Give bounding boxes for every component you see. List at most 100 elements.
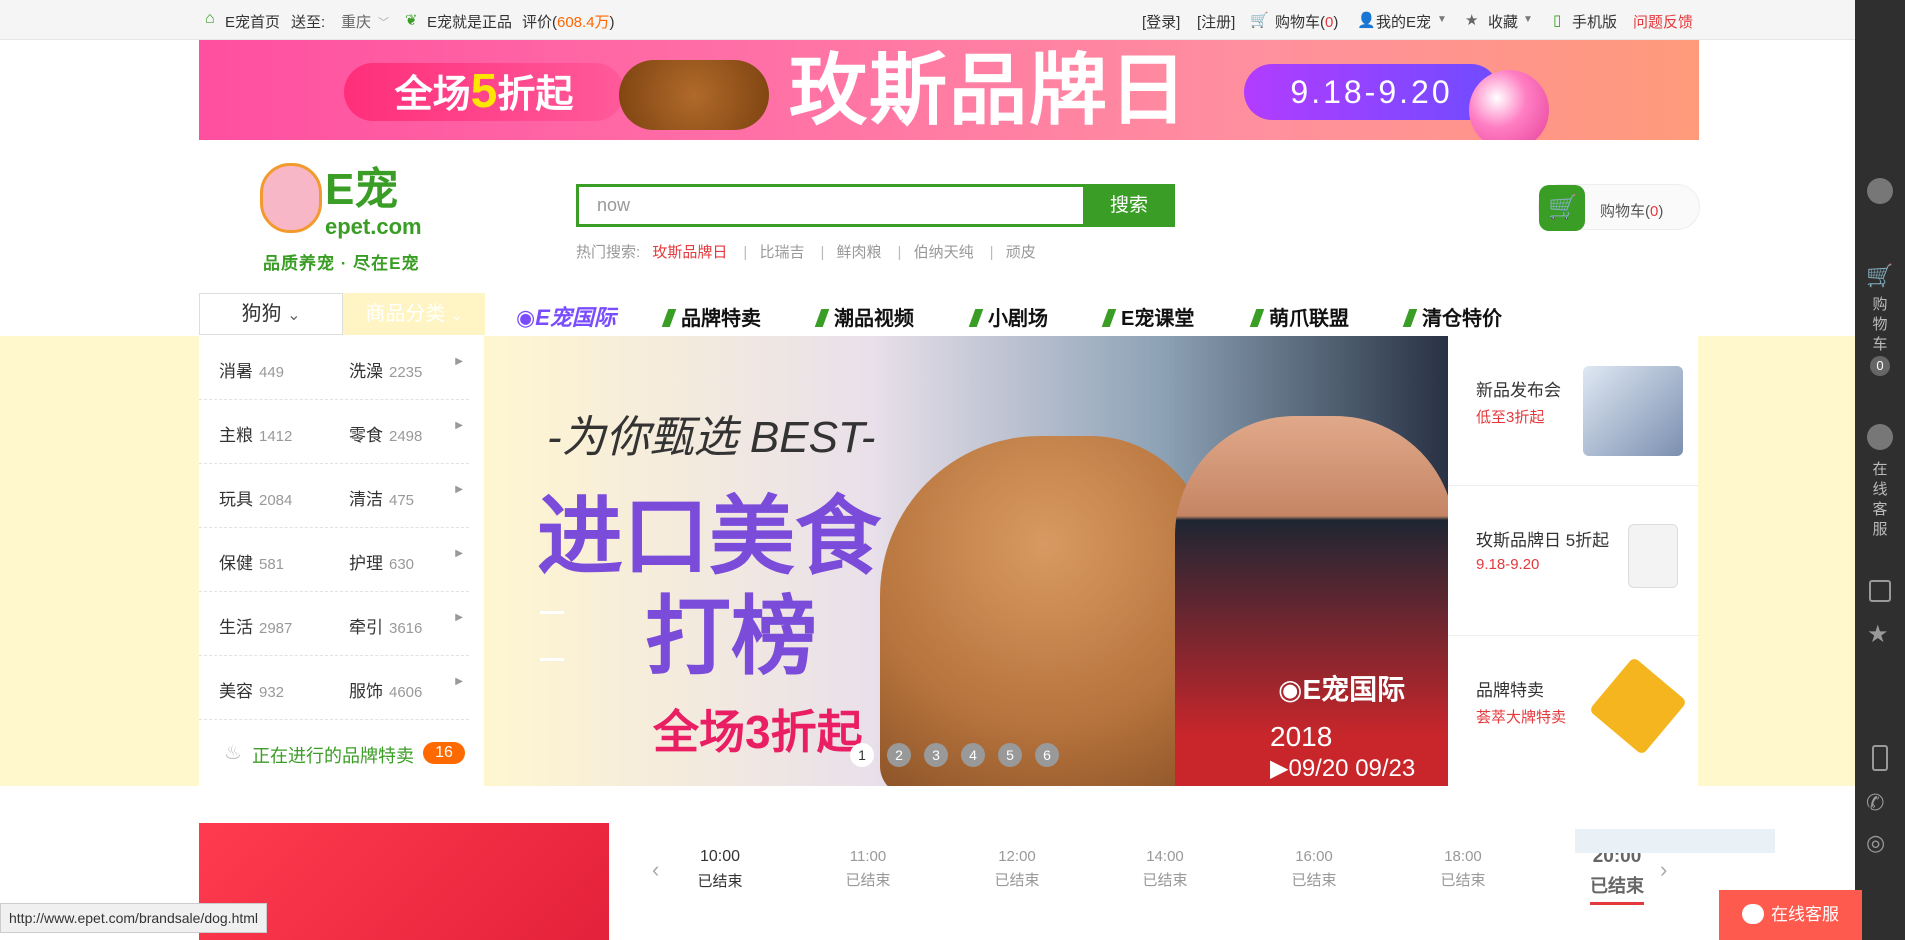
- nav-item-theater[interactable]: 小剧场: [968, 302, 1048, 331]
- hot-search-term[interactable]: 玫斯品牌日: [652, 244, 727, 261]
- promo-subtitle: 荟萃大牌特卖: [1476, 709, 1567, 726]
- customer-service-icon[interactable]: [1867, 424, 1893, 450]
- caret-down-icon: ▼: [1437, 14, 1447, 25]
- category-link[interactable]: 服饰 4606: [349, 677, 422, 702]
- category-link[interactable]: 零食 2498: [349, 421, 422, 446]
- carousel-dot[interactable]: 4: [961, 743, 985, 767]
- chat-bubble-icon[interactable]: [1867, 178, 1893, 204]
- carousel-year: 2018: [1270, 721, 1333, 752]
- logo-mascot-icon[interactable]: [260, 163, 322, 233]
- promo-card-new-products[interactable]: 新品发布会 低至3折起: [1448, 336, 1698, 486]
- flash-slot[interactable]: 16:00 已结束: [1274, 848, 1354, 890]
- sidebar-service-label[interactable]: 在线客服: [1870, 460, 1890, 540]
- carousel-dot[interactable]: 2: [887, 743, 911, 767]
- logo-domain: epet.com: [325, 214, 422, 239]
- wechat-icon[interactable]: ✆: [1866, 790, 1884, 816]
- nav-item-videos[interactable]: 潮品视频: [814, 302, 914, 331]
- flash-slot-current[interactable]: 20:00 已结束: [1577, 846, 1657, 898]
- carousel-dot[interactable]: 3: [924, 743, 948, 767]
- carousel-subtitle: -为你甄选 BEST-: [547, 413, 876, 462]
- online-service-button[interactable]: 在线客服: [1719, 890, 1862, 940]
- weibo-icon[interactable]: ◎: [1866, 830, 1885, 856]
- category-link[interactable]: 消暑 449: [219, 357, 284, 382]
- category-link[interactable]: 玩具 2084: [219, 485, 292, 510]
- dog-image: [880, 436, 1210, 786]
- category-link[interactable]: 清洁 475: [349, 485, 414, 510]
- sidebar-cart-icon[interactable]: 🛒: [1866, 263, 1893, 289]
- category-link[interactable]: 护理 630: [349, 549, 414, 574]
- caret-down-icon: ▼: [1523, 14, 1533, 25]
- category-link[interactable]: 主粮 1412: [219, 421, 292, 446]
- category-link[interactable]: 保健 581: [219, 549, 284, 574]
- carousel-brand: ◉E宠国际: [1278, 674, 1406, 705]
- genuine-link[interactable]: E宠就是正品: [427, 11, 512, 32]
- logo-text[interactable]: E宠: [325, 168, 398, 212]
- flash-slot[interactable]: 10:00 已结束: [680, 848, 760, 891]
- caret-right-icon: ▶: [455, 676, 463, 687]
- pet-type-select[interactable]: 狗狗 ⌄: [199, 293, 343, 335]
- flash-slot[interactable]: 18:00 已结束: [1423, 848, 1503, 890]
- sidebar-cart-label[interactable]: 购物车: [1870, 295, 1890, 355]
- banner-ball-image: [1469, 70, 1549, 140]
- flash-slot[interactable]: 12:00 已结束: [977, 848, 1057, 890]
- hot-search-term[interactable]: 顽皮: [1006, 244, 1036, 261]
- brand-sale-link[interactable]: 正在进行的品牌特卖: [252, 742, 414, 768]
- document-icon[interactable]: [1869, 580, 1891, 602]
- category-link[interactable]: 生活 2987: [219, 613, 292, 638]
- category-link[interactable]: 牵引 3616: [349, 613, 422, 638]
- carousel-dot[interactable]: 1: [850, 743, 874, 767]
- category-link[interactable]: 洗澡 2235: [349, 357, 422, 382]
- nav-item-alliance[interactable]: 萌爪联盟: [1249, 302, 1349, 331]
- chevron-down-icon: ﹀: [378, 17, 389, 29]
- category-link[interactable]: 美容 932: [219, 677, 284, 702]
- promo-column: 新品发布会 低至3折起 玫斯品牌日 5折起 9.18-9.20 品牌特卖 荟萃大…: [1448, 336, 1698, 786]
- nav-intl-logo[interactable]: ◉E宠国际: [516, 300, 616, 332]
- favorites-menu[interactable]: 收藏: [1488, 11, 1518, 32]
- hot-search-term[interactable]: 鲜肉粮: [837, 244, 882, 261]
- carousel-sale: 全场3折起: [653, 706, 863, 758]
- chevron-right-icon[interactable]: ›: [1660, 857, 1667, 883]
- mobile-icon: ▯: [1553, 12, 1562, 29]
- hot-search-term[interactable]: 伯纳天纯: [914, 244, 974, 261]
- category-menu[interactable]: 商品分类 ⌄: [343, 293, 485, 335]
- hot-search-term[interactable]: 比瑞吉: [759, 244, 804, 261]
- caret-right-icon: ▶: [455, 420, 463, 431]
- promo-subtitle: 9.18-9.20: [1476, 556, 1540, 573]
- promo-card-brand-day[interactable]: 玫斯品牌日 5折起 9.18-9.20: [1448, 486, 1698, 636]
- mobile-icon[interactable]: [1872, 745, 1888, 771]
- search-input[interactable]: now: [576, 184, 1083, 227]
- cart-icon: 🛒: [1539, 185, 1585, 231]
- mobile-link[interactable]: 手机版: [1572, 11, 1617, 32]
- flash-slot[interactable]: 14:00 已结束: [1125, 848, 1205, 890]
- chevron-left-icon[interactable]: ‹: [652, 857, 659, 883]
- nav-item-classroom[interactable]: E宠课堂: [1101, 302, 1194, 331]
- topbar-cart-link[interactable]: 购物车(0): [1275, 11, 1338, 32]
- my-epet-menu[interactable]: 我的E宠: [1376, 11, 1431, 32]
- banner-discount: 全场5折起: [344, 63, 624, 121]
- category-list: 消暑 449 洗澡 2235 ▶ 主粮 1412 零食 2498 ▶ 玩具 2084 清洁…: [199, 336, 484, 786]
- rating-value: 608.4万: [557, 14, 610, 31]
- promo-card-brand-sale[interactable]: 品牌特卖 荟萃大牌特卖: [1448, 636, 1698, 786]
- nav-item-brand-sale[interactable]: 品牌特卖: [661, 302, 761, 331]
- deliver-city-select[interactable]: 重庆: [341, 11, 371, 32]
- login-link[interactable]: [登录]: [1142, 11, 1180, 32]
- flash-slot[interactable]: 11:00 已结束: [828, 848, 908, 890]
- nav-item-clearance[interactable]: 清仓特价: [1402, 302, 1502, 331]
- register-link[interactable]: [注册]: [1197, 11, 1235, 32]
- rating-link[interactable]: 评价(608.4万): [522, 11, 615, 32]
- top-bar: ⌂ E宠首页 送至: 重庆 ﹀ ❦ E宠就是正品 评价(608.4万) [登录]…: [0, 0, 1855, 40]
- feedback-link[interactable]: 问题反馈: [1633, 11, 1693, 32]
- leaf-icon: ❦: [405, 12, 418, 29]
- home-link[interactable]: E宠首页: [225, 11, 280, 32]
- food-bag-image: [1628, 524, 1678, 588]
- hot-search-label: 热门搜索:: [576, 244, 641, 261]
- cart-icon: 🛒: [1250, 12, 1269, 29]
- promo-subtitle: 低至3折起: [1476, 409, 1545, 426]
- carousel-dot[interactable]: 6: [1035, 743, 1059, 767]
- carousel-dot[interactable]: 5: [998, 743, 1022, 767]
- search-button[interactable]: 搜索: [1083, 184, 1175, 227]
- promo-banner[interactable]: 全场5折起 玫斯品牌日 9.18-9.20: [199, 40, 1699, 140]
- hero-carousel[interactable]: -为你甄选 BEST- 进口美食 打榜 全场3折起 ◉E宠国际 2018 ▶09…: [485, 336, 1448, 786]
- discount-tag-icon: [1588, 656, 1688, 756]
- star-icon[interactable]: ★: [1867, 620, 1889, 649]
